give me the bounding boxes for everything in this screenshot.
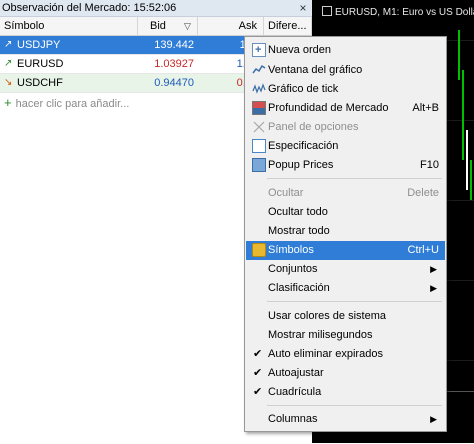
- menu-separator: [267, 178, 442, 179]
- menu-item-grid[interactable]: ✔ Cuadrícula: [246, 383, 445, 402]
- menu-item-popup-prices[interactable]: Popup Prices F10: [246, 156, 445, 175]
- column-header-bid-label: Bid: [150, 20, 166, 32]
- market-watch-title: Observación del Mercado: 15:52:06: [2, 2, 177, 14]
- menu-item-show-all[interactable]: Mostrar todo: [246, 222, 445, 241]
- menu-item-label: Conjuntos: [268, 263, 318, 275]
- symbol-cell: EURUSD: [17, 58, 64, 70]
- menu-item-show-milliseconds[interactable]: Mostrar milisegundos: [246, 326, 445, 345]
- symbol-cell: USDCHF: [17, 77, 63, 89]
- chart-title-bar: EURUSD, M1: Euro vs US Dollar: [322, 6, 474, 18]
- menu-item-label: Panel de opciones: [268, 121, 359, 133]
- menu-item-auto-remove-expired[interactable]: ✔ Auto eliminar expirados: [246, 345, 445, 364]
- menu-item-shortcut: Ctrl+U: [407, 244, 439, 256]
- menu-item-label: Popup Prices: [268, 159, 334, 171]
- market-depth-icon: [252, 101, 266, 115]
- arrow-up-icon: ↗: [4, 39, 13, 50]
- checkmark-icon: ✔: [253, 367, 263, 379]
- context-menu: Nueva orden Ventana del gráfico Gráfico …: [244, 36, 447, 432]
- arrow-up-icon: ↗: [4, 58, 13, 69]
- column-header-diff[interactable]: Difere...: [264, 17, 312, 35]
- menu-item-label: Nueva orden: [268, 44, 331, 56]
- plus-icon: +: [4, 95, 12, 110]
- checkmark-icon: ✔: [253, 386, 263, 398]
- menu-item-market-depth[interactable]: Profundidad de Mercado Alt+B: [246, 99, 445, 118]
- menu-item-hide-all[interactable]: Ocultar todo: [246, 203, 445, 222]
- column-header-symbol[interactable]: Símbolo: [0, 17, 138, 35]
- sort-down-icon: ▽: [184, 21, 191, 31]
- market-watch-titlebar: Observación del Mercado: 15:52:06 ×: [0, 0, 312, 17]
- menu-item-label: Gráfico de tick: [268, 83, 339, 95]
- bid-cell: 1.03927: [154, 58, 194, 70]
- menu-item-auto-arrange[interactable]: ✔ Autoajustar: [246, 364, 445, 383]
- menu-item-label: Ventana del gráfico: [268, 64, 363, 76]
- submenu-arrow-icon: ▶: [430, 283, 437, 293]
- symbol-cell: USDJPY: [17, 39, 61, 51]
- menu-item-columns[interactable]: Columnas ▶: [246, 410, 445, 429]
- menu-item-label: Mostrar todo: [268, 225, 330, 237]
- add-symbol-label: hacer clic para añadir...: [15, 98, 130, 110]
- column-header-bid[interactable]: Bid ▽: [138, 17, 198, 35]
- menu-item-label: Ocultar todo: [268, 206, 328, 218]
- menu-item-sets[interactable]: Conjuntos ▶: [246, 260, 445, 279]
- candle: [466, 130, 468, 190]
- menu-item-new-order[interactable]: Nueva orden: [246, 41, 445, 60]
- menu-separator: [267, 301, 442, 302]
- menu-item-label: Ocultar: [268, 187, 304, 199]
- arrow-down-icon: ↘: [4, 77, 13, 88]
- candle: [462, 70, 464, 160]
- menu-item-label: Profundidad de Mercado: [268, 102, 389, 114]
- menu-item-label: Usar colores de sistema: [268, 310, 386, 322]
- bid-cell: 139.442: [154, 39, 194, 51]
- checkmark-icon: ✔: [253, 348, 263, 360]
- menu-item-shortcut: F10: [420, 159, 439, 171]
- chart-title: EURUSD, M1: Euro vs US Dollar: [335, 7, 474, 18]
- column-header-symbol-label: Símbolo: [4, 20, 45, 32]
- menu-item-tick-chart[interactable]: Gráfico de tick: [246, 80, 445, 99]
- specification-icon: [252, 139, 266, 153]
- menu-item-system-colors[interactable]: Usar colores de sistema: [246, 307, 445, 326]
- close-icon[interactable]: ×: [296, 1, 310, 15]
- menu-item-label: Cuadrícula: [268, 386, 322, 398]
- popup-prices-icon: [252, 158, 266, 172]
- menu-item-sort[interactable]: Clasificación ▶: [246, 279, 445, 298]
- menu-item-label: Especificación: [268, 140, 339, 152]
- tick-chart-icon: [252, 83, 266, 94]
- column-header-ask-label: Ask: [238, 20, 257, 32]
- menu-item-chart-window[interactable]: Ventana del gráfico: [246, 61, 445, 80]
- submenu-arrow-icon: ▶: [430, 264, 437, 274]
- column-header-diff-label: Difere...: [268, 20, 307, 32]
- menu-item-symbols[interactable]: Símbolos Ctrl+U: [246, 241, 445, 260]
- submenu-arrow-icon: ▶: [430, 414, 437, 424]
- menu-item-label: Símbolos: [268, 244, 314, 256]
- menu-item-shortcut: Alt+B: [412, 102, 439, 114]
- menu-item-hide[interactable]: Ocultar Delete: [246, 184, 445, 203]
- candle: [458, 30, 460, 80]
- chart-menu-icon: [322, 6, 332, 16]
- menu-item-label: Autoajustar: [268, 367, 324, 379]
- market-watch-header: Símbolo Bid ▽ Ask Difere...: [0, 17, 312, 36]
- menu-separator: [267, 405, 442, 406]
- menu-item-label: Auto eliminar expirados: [268, 348, 383, 360]
- options-panel-icon: [253, 121, 265, 133]
- menu-item-options-panel[interactable]: Panel de opciones: [246, 118, 445, 137]
- menu-item-specification[interactable]: Especificación: [246, 137, 445, 156]
- bid-cell: 0.94470: [154, 77, 194, 89]
- column-header-ask[interactable]: Ask: [198, 17, 264, 35]
- candle: [470, 160, 472, 200]
- menu-item-label: Clasificación: [268, 282, 330, 294]
- menu-item-label: Mostrar milisegundos: [268, 329, 373, 341]
- menu-item-shortcut: Delete: [407, 187, 439, 199]
- menu-item-label: Columnas: [268, 413, 318, 425]
- chart-window-icon: [252, 64, 266, 74]
- new-order-icon: [252, 41, 266, 60]
- symbols-icon: [252, 243, 266, 257]
